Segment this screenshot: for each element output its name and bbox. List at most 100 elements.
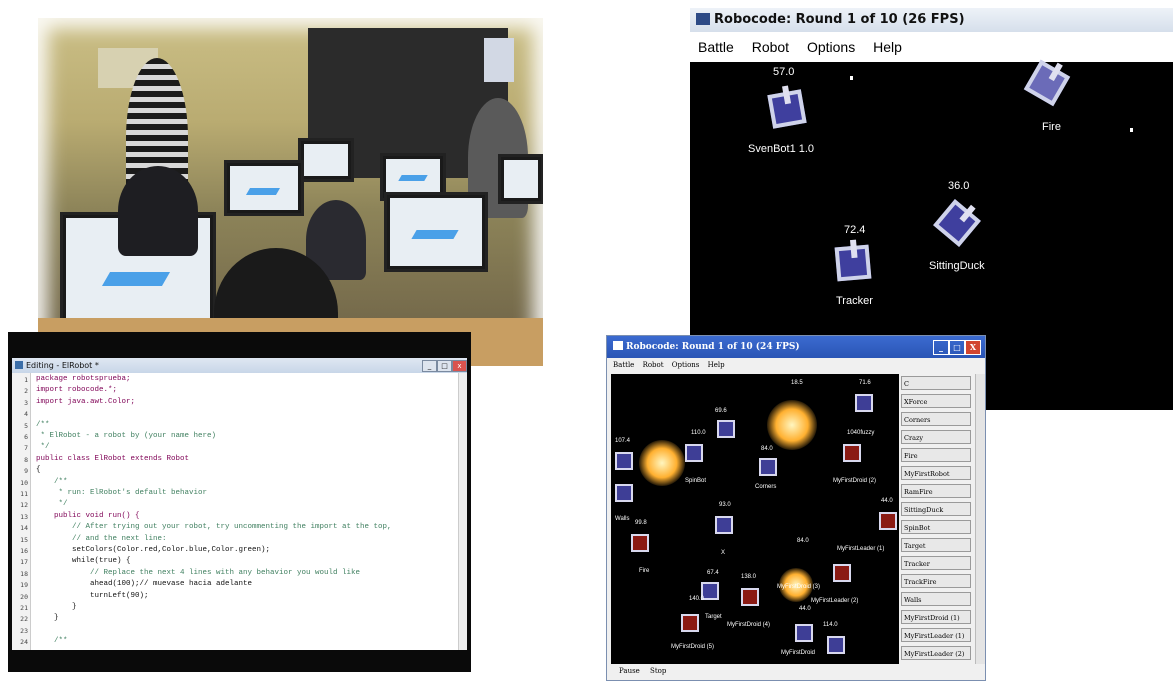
- robot-tank: [767, 89, 807, 129]
- code-line: /**: [36, 477, 68, 486]
- arena-label: Target: [705, 614, 722, 620]
- robot-list-button[interactable]: C: [901, 376, 971, 390]
- robot-list-button[interactable]: Crazy: [901, 430, 971, 444]
- code-line: package robotsprueba;: [36, 375, 131, 383]
- robot-list-scrollbar[interactable]: [975, 374, 985, 664]
- arena-label: 69.6: [715, 408, 727, 414]
- editor-scrollbar[interactable]: [458, 373, 467, 650]
- arena-label: 71.6: [859, 380, 871, 386]
- classroom-photo: [38, 18, 543, 366]
- arena-label: 67.4: [707, 570, 719, 576]
- robocode-app-icon: [613, 341, 623, 350]
- arena-label: MyFirstDroid (5): [671, 644, 714, 650]
- menu-robot[interactable]: Robot: [643, 361, 664, 369]
- robot-tank: [759, 458, 777, 476]
- arena-label: 84.0: [761, 446, 773, 452]
- robot-name: SvenBot1 1.0: [748, 143, 815, 155]
- arena-label: 110.0: [691, 430, 706, 436]
- code-editor-window: Editing - ElRobot * _ □ x 1 2 3 4 5 6 7 8 9 10 11 1…: [8, 332, 471, 672]
- stop-button[interactable]: Stop: [650, 667, 666, 675]
- robot-name: Tracker: [836, 295, 873, 307]
- code-line: ahead(100);// muevase hacia adelante: [36, 580, 253, 589]
- robot-energy: 57.0: [773, 66, 795, 78]
- robot-energy: 36.0: [948, 180, 970, 192]
- robot-list-button[interactable]: Corners: [901, 412, 971, 426]
- menu-robot[interactable]: Robot: [752, 39, 789, 55]
- robot-list-button[interactable]: MyFirstDroid (1): [901, 610, 971, 624]
- robot-list-button[interactable]: Target: [901, 538, 971, 552]
- robot-list-button[interactable]: MyFirstLeader (2): [901, 646, 971, 660]
- robot-list-button[interactable]: XForce: [901, 394, 971, 408]
- robocode-title: Robocode: Round 1 of 10 (26 FPS): [714, 12, 965, 27]
- line-number: 11: [20, 490, 28, 498]
- line-number: 17: [20, 558, 28, 567]
- battle-window-menubar: Battle Robot Options Help: [607, 358, 985, 372]
- line-number: 6: [24, 433, 28, 441]
- robot-tank: [879, 512, 897, 530]
- robocode-menubar: Battle Robot Options Help: [690, 32, 1173, 62]
- editor-app-icon: [15, 361, 23, 369]
- menu-help[interactable]: Help: [873, 39, 902, 55]
- menu-battle[interactable]: Battle: [613, 361, 634, 369]
- code-line: public void run() {: [36, 511, 140, 520]
- code-line: }: [36, 603, 77, 611]
- code-line: }: [36, 614, 59, 623]
- line-number: 7: [24, 444, 28, 453]
- maximize-button[interactable]: □: [949, 340, 965, 355]
- robot-tank: [681, 614, 699, 632]
- robot-list-button[interactable]: Walls: [901, 592, 971, 606]
- minimize-button[interactable]: _: [933, 340, 949, 355]
- line-number: 12: [20, 501, 28, 510]
- arena-label: MyFirstDroid (3): [777, 584, 820, 590]
- close-button[interactable]: x: [452, 360, 467, 372]
- robot-list-button[interactable]: RamFire: [901, 484, 971, 498]
- arena-label: 44.0: [881, 498, 893, 504]
- pause-button[interactable]: Pause: [619, 667, 640, 675]
- robot-list-button[interactable]: MyFirstLeader (1): [901, 628, 971, 642]
- minimize-button[interactable]: _: [422, 360, 437, 372]
- robot-list-button[interactable]: SittingDuck: [901, 502, 971, 516]
- close-button[interactable]: X: [965, 340, 981, 355]
- line-number: 18: [20, 569, 28, 578]
- arena-label: Corners: [755, 484, 777, 490]
- robot-tank: [615, 452, 633, 470]
- menu-options[interactable]: Options: [672, 361, 700, 369]
- menu-help[interactable]: Help: [708, 361, 725, 369]
- seated-student: [118, 166, 198, 256]
- robocode-battle-window: Robocode: Round 1 of 10 (24 FPS) _ □ X B…: [606, 335, 986, 681]
- robot-list: C XForce Corners Crazy Fire MyFirstRobot RamFi…: [901, 374, 973, 664]
- robot-tank: [631, 534, 649, 552]
- explosion: [767, 400, 817, 450]
- arena-label: 44.0: [799, 606, 811, 612]
- robot-tank: [717, 420, 735, 438]
- arena-label: Fire: [639, 568, 650, 574]
- robot-tank: [855, 394, 873, 412]
- code-line: */: [36, 500, 68, 509]
- menu-options[interactable]: Options: [807, 39, 855, 55]
- monitor: [298, 138, 354, 182]
- arena-label: 93.0: [719, 502, 731, 508]
- line-number: 20: [20, 592, 28, 601]
- robot-tank: [1023, 59, 1071, 107]
- robocode-titlebar: Robocode: Round 1 of 10 (26 FPS): [690, 8, 1173, 32]
- robot-list-button[interactable]: Fire: [901, 448, 971, 462]
- maximize-button[interactable]: □: [437, 360, 452, 372]
- line-number: 15: [20, 535, 28, 544]
- robot-list-button[interactable]: SpinBot: [901, 520, 971, 534]
- menu-battle[interactable]: Battle: [698, 39, 734, 55]
- explosion: [639, 440, 685, 486]
- code-line: * ElRobot - a robot by (your name here): [36, 432, 217, 440]
- code-line: {: [36, 466, 41, 475]
- arena-label: 18.5: [791, 380, 803, 386]
- code-line: */: [36, 443, 50, 452]
- line-number: 14: [20, 524, 28, 533]
- code-line: // After trying out your robot, try unco…: [36, 523, 392, 532]
- robot-tank: [834, 244, 872, 282]
- code-area[interactable]: 1 2 3 4 5 6 7 8 9 10 11 12 13 14 15 16 17 18 19 20 21 22 23 24 …: [12, 373, 467, 650]
- arena-label: Walls: [615, 516, 630, 522]
- code-line: // and the next line:: [36, 534, 167, 543]
- robot-list-button[interactable]: TrackFire: [901, 574, 971, 588]
- robot-list-button[interactable]: MyFirstRobot: [901, 466, 971, 480]
- robot-tank: [933, 199, 981, 247]
- robot-list-button[interactable]: Tracker: [901, 556, 971, 570]
